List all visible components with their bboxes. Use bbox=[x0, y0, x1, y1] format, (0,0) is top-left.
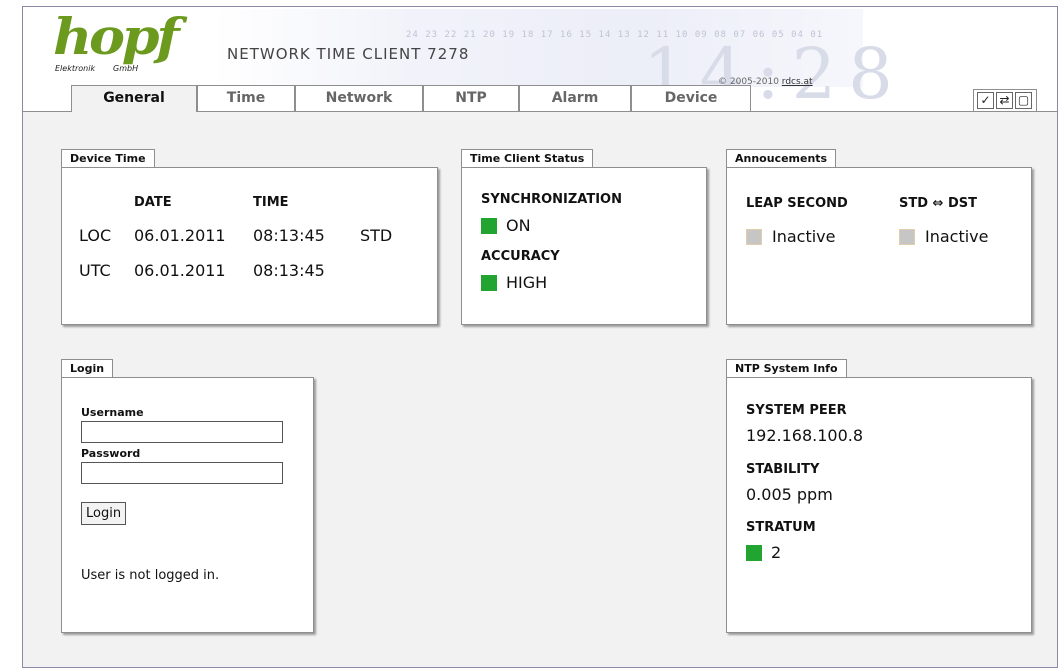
tab-general[interactable]: General bbox=[71, 85, 197, 112]
general-tab-content: Device Time DATE TIME LOC 06.01.2011 08:… bbox=[23, 111, 1057, 667]
time-client-status-title: Time Client Status bbox=[461, 149, 594, 167]
sync-indicator bbox=[481, 218, 497, 234]
scale-digits: 24 23 22 21 20 19 18 17 16 15 14 13 12 1… bbox=[406, 30, 824, 40]
leap-second-label: LEAP SECOND bbox=[746, 196, 848, 211]
ntp-system-info-panel: SYSTEM PEER 192.168.100.8 STABILITY 0.00… bbox=[726, 377, 1032, 633]
std-dst-label: STD ⇔ DST bbox=[899, 196, 977, 211]
stratum-value: 2 bbox=[771, 543, 782, 562]
page-header: 14:28 24 23 22 21 20 19 18 17 16 15 14 1… bbox=[23, 7, 1057, 109]
sync-value: ON bbox=[506, 216, 531, 235]
std-dst-value: Inactive bbox=[925, 227, 989, 246]
refresh-icon[interactable]: ⇄ bbox=[996, 92, 1013, 109]
leap-second-value: Inactive bbox=[772, 227, 836, 246]
hopf-logo: hopf Elektronik GmbH bbox=[53, 9, 180, 75]
tab-time[interactable]: Time bbox=[197, 85, 295, 111]
time-header: TIME bbox=[253, 195, 289, 210]
loc-date: 06.01.2011 bbox=[134, 226, 226, 245]
stratum-label: STRATUM bbox=[746, 520, 816, 535]
app-window: 14:28 24 23 22 21 20 19 18 17 16 15 14 1… bbox=[22, 6, 1058, 668]
tab-network[interactable]: Network bbox=[295, 85, 423, 111]
tab-label: Alarm bbox=[551, 90, 599, 106]
std-dst-indicator bbox=[899, 229, 915, 245]
product-title: NETWORK TIME CLIENT 7278 bbox=[227, 45, 470, 63]
login-button[interactable]: Login bbox=[81, 502, 127, 525]
logo-sub-right: GmbH bbox=[113, 64, 139, 73]
utc-date: 06.01.2011 bbox=[134, 261, 226, 280]
accuracy-label: ACCURACY bbox=[481, 249, 560, 264]
utc-time: 08:13:45 bbox=[253, 261, 325, 280]
loc-suffix: STD bbox=[360, 226, 393, 245]
tab-label: Time bbox=[226, 90, 266, 106]
logo-sub-left: Elektronik bbox=[55, 64, 96, 73]
login-panel: Username Password Login User is not logg… bbox=[61, 377, 314, 633]
tab-label: NTP bbox=[455, 90, 487, 106]
device-time-panel: DATE TIME LOC 06.01.2011 08:13:45 STD UT… bbox=[61, 167, 438, 325]
device-time-title: Device Time bbox=[61, 149, 155, 167]
login-title: Login bbox=[61, 359, 114, 377]
loc-label: LOC bbox=[79, 226, 112, 245]
logo-text: hopf bbox=[53, 7, 180, 66]
ntp-system-info-title: NTP System Info bbox=[726, 359, 847, 377]
tab-alarm[interactable]: Alarm bbox=[519, 85, 631, 111]
tab-ntp[interactable]: NTP bbox=[423, 85, 519, 111]
copyright-link[interactable]: rdcs.at bbox=[782, 77, 813, 87]
password-label: Password bbox=[81, 447, 141, 460]
username-input[interactable] bbox=[81, 421, 283, 443]
accuracy-value: HIGH bbox=[506, 273, 548, 292]
password-input[interactable] bbox=[81, 462, 283, 484]
announcements-title: Annoucements bbox=[726, 149, 837, 167]
login-status: User is not logged in. bbox=[81, 568, 220, 583]
stratum-indicator bbox=[746, 545, 762, 561]
accuracy-indicator bbox=[481, 275, 497, 291]
tab-label: Device bbox=[664, 90, 718, 106]
tab-label: General bbox=[103, 90, 165, 106]
window-icon[interactable]: ▢ bbox=[1015, 92, 1032, 109]
stability-value: 0.005 ppm bbox=[746, 485, 833, 504]
sync-label: SYNCHRONIZATION bbox=[481, 192, 622, 207]
tab-device[interactable]: Device bbox=[631, 85, 751, 111]
leap-second-indicator bbox=[746, 229, 762, 245]
date-header: DATE bbox=[134, 195, 172, 210]
system-peer-value: 192.168.100.8 bbox=[746, 426, 864, 445]
tab-label: Network bbox=[325, 90, 393, 106]
utc-label: UTC bbox=[79, 261, 111, 280]
time-client-status-panel: SYNCHRONIZATION ON ACCURACY HIGH bbox=[461, 167, 707, 325]
announcements-panel: LEAP SECOND Inactive STD ⇔ DST Inactive bbox=[726, 167, 1032, 325]
check-icon[interactable]: ✓ bbox=[977, 92, 994, 109]
loc-time: 08:13:45 bbox=[253, 226, 325, 245]
stability-label: STABILITY bbox=[746, 462, 820, 477]
system-peer-label: SYSTEM PEER bbox=[746, 403, 847, 418]
username-label: Username bbox=[81, 406, 144, 419]
